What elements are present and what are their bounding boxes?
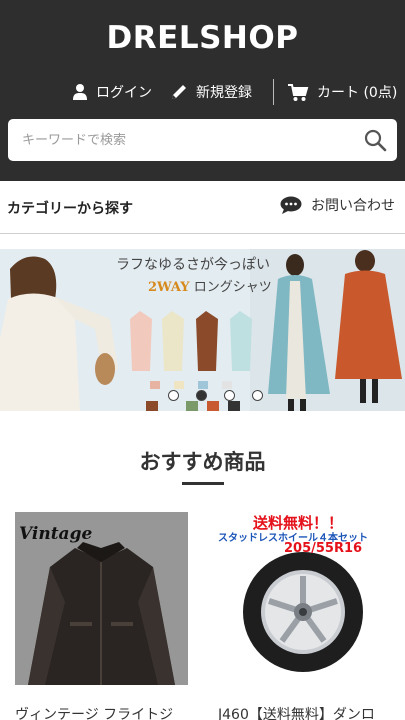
promo-tire-size: 205/55R16 bbox=[284, 541, 363, 556]
carousel-dot[interactable] bbox=[168, 390, 179, 401]
carousel-dot[interactable] bbox=[224, 390, 235, 401]
category-search-link[interactable]: カテゴリーから探す bbox=[7, 198, 133, 218]
search-input[interactable] bbox=[22, 119, 342, 161]
site-header: DRELSHOP ログイン 新規登録 カート (0点) bbox=[0, 0, 405, 181]
login-link[interactable]: ログイン bbox=[72, 78, 152, 106]
cart-label: カート (0点) bbox=[317, 85, 398, 101]
sub-navigation: カテゴリーから探す お問い合わせ bbox=[0, 181, 405, 234]
banner-catch-copy: ラフなゆるさが今っぽい bbox=[116, 257, 270, 273]
cart-link[interactable]: カート (0点) bbox=[288, 78, 397, 106]
vintage-label: Vintage bbox=[19, 524, 93, 544]
user-icon bbox=[73, 84, 87, 100]
search-icon[interactable] bbox=[363, 128, 387, 152]
product-name[interactable]: ヴィンテージ フライトジ bbox=[15, 704, 188, 720]
product-name[interactable]: J460【送料無料】ダンロ bbox=[218, 704, 391, 720]
product-card[interactable]: 送料無料！！ スタッドレスホイール４本セット 205/55R16 J460【送料… bbox=[218, 512, 391, 720]
pencil-icon bbox=[172, 85, 186, 99]
contact-label: お問い合わせ bbox=[311, 198, 395, 214]
banner-subtitle-en: 2WAY bbox=[148, 280, 190, 295]
signup-label: 新規登録 bbox=[196, 85, 252, 101]
heading-underline bbox=[182, 482, 224, 485]
shop-logo[interactable]: DRELSHOP bbox=[0, 20, 405, 56]
promo-banner[interactable]: ラフなゆるさが今っぽい 2WAY ロングシャツ bbox=[0, 249, 405, 411]
header-nav: ログイン 新規登録 カート (0点) bbox=[0, 78, 405, 106]
product-card[interactable]: Vintage ヴィンテージ フライトジ bbox=[15, 512, 188, 720]
banner-subtitle-jp: ロングシャツ bbox=[193, 280, 272, 295]
chat-bubble-icon bbox=[280, 196, 302, 214]
product-image[interactable]: Vintage bbox=[15, 512, 188, 685]
recommended-heading: おすすめ商品 bbox=[139, 450, 266, 474]
carousel-dot[interactable] bbox=[252, 390, 263, 401]
carousel-dot-active[interactable] bbox=[196, 390, 207, 401]
contact-link[interactable]: お問い合わせ bbox=[280, 195, 395, 215]
product-image[interactable]: 送料無料！！ スタッドレスホイール４本セット 205/55R16 bbox=[218, 512, 391, 685]
banner-subtitle: 2WAY ロングシャツ bbox=[148, 276, 272, 295]
login-label: ログイン bbox=[96, 85, 152, 101]
cart-icon bbox=[288, 83, 309, 101]
signup-link[interactable]: 新規登録 bbox=[170, 78, 252, 106]
nav-divider bbox=[273, 79, 274, 105]
carousel-dots bbox=[168, 390, 280, 401]
search-box bbox=[8, 119, 397, 161]
